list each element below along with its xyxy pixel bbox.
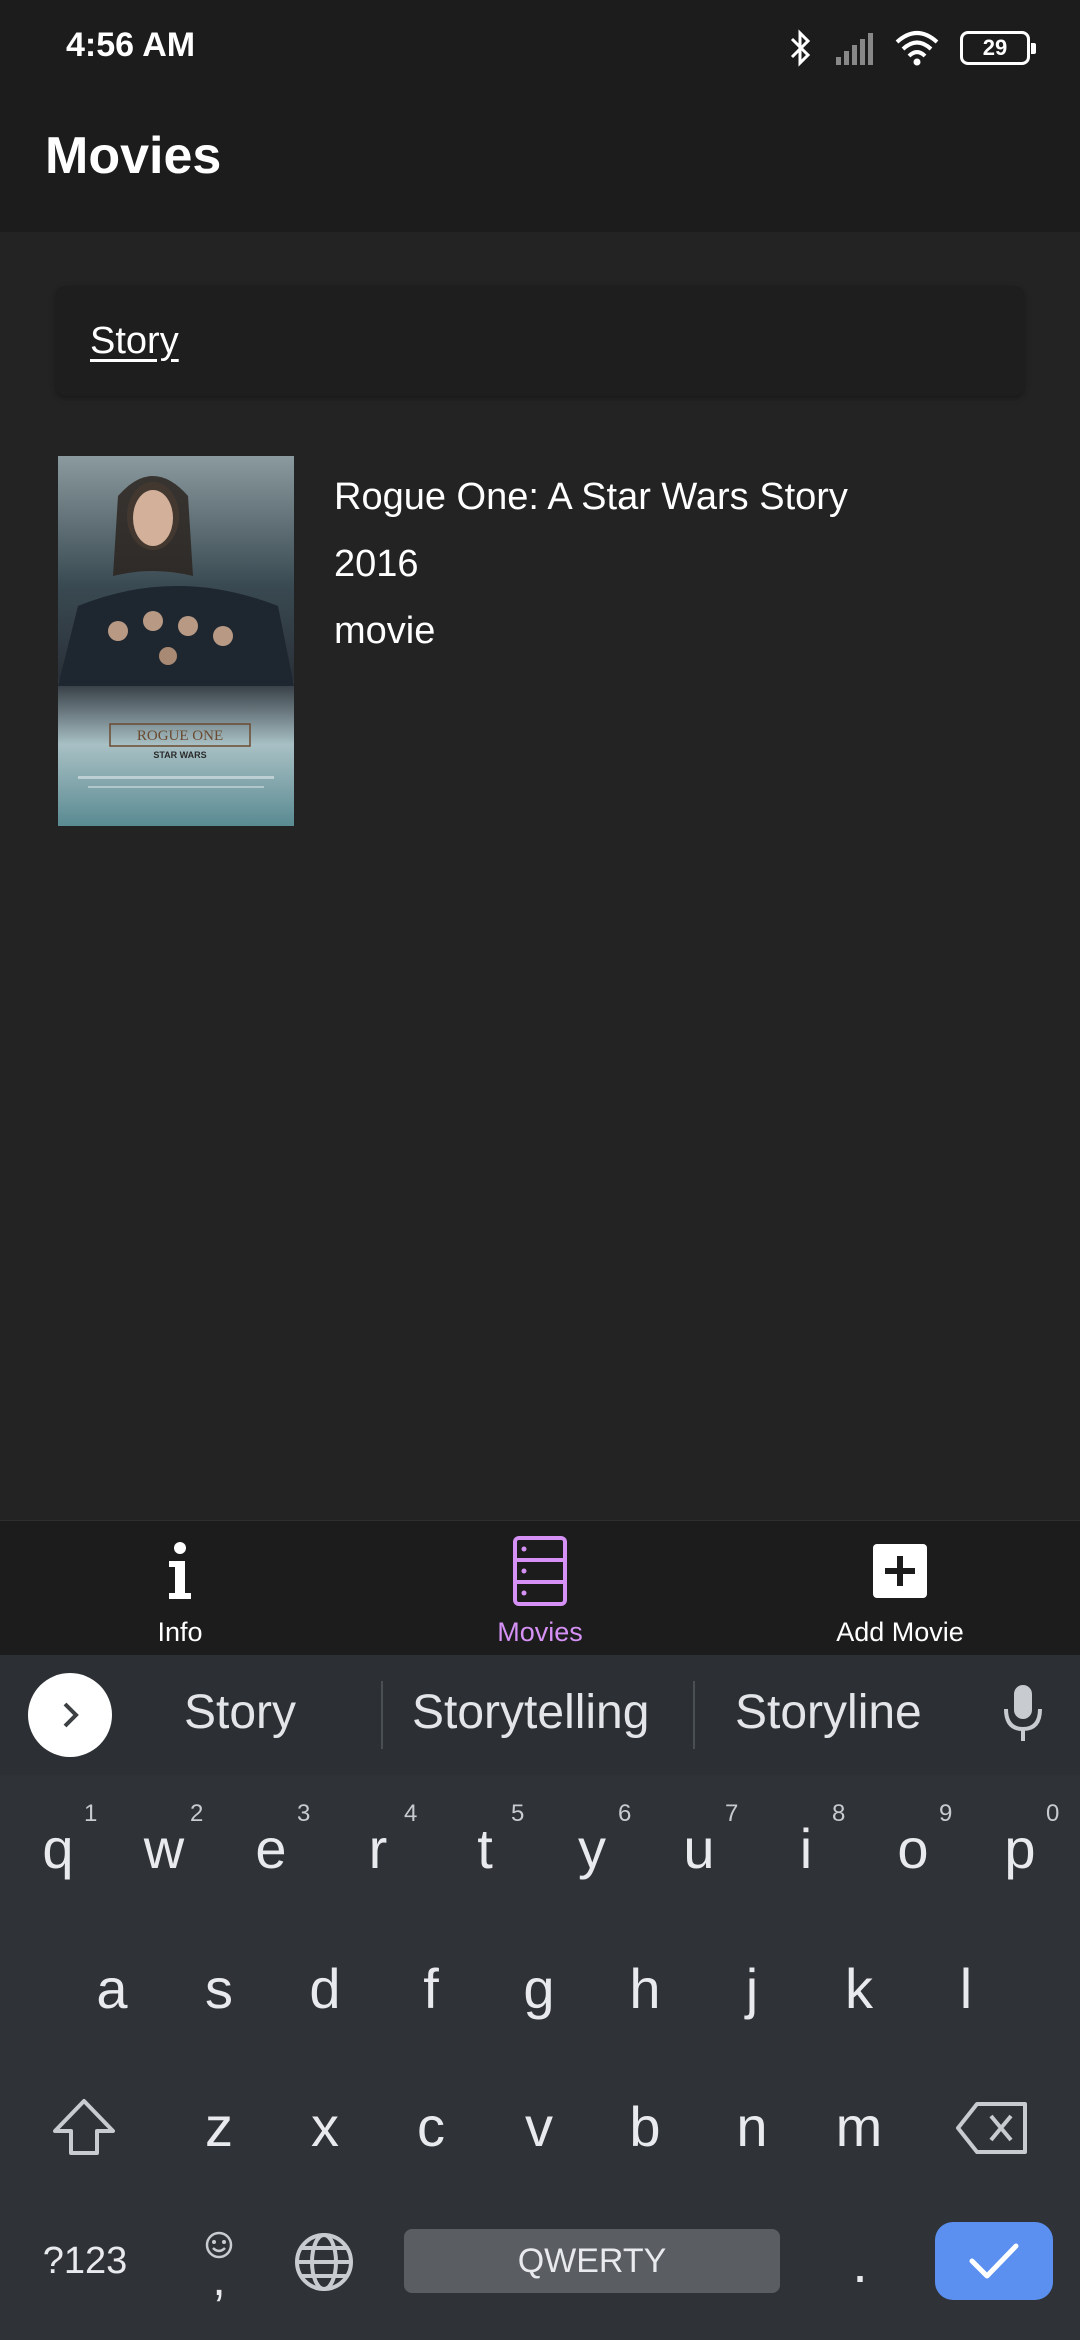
key-hint: 2 bbox=[190, 1800, 204, 1827]
app-bar: Movies bbox=[0, 96, 1080, 232]
poster-subtitle: STAR WARS bbox=[153, 750, 206, 760]
check-icon bbox=[969, 2243, 1019, 2279]
page-title: Movies bbox=[45, 127, 222, 185]
movie-info: Rogue One: A Star Wars Story 2016 movie bbox=[334, 464, 848, 665]
emoji-comma-key[interactable]: , bbox=[196, 2222, 242, 2308]
movie-poster[interactable]: ROGUE ONE STAR WARS bbox=[58, 456, 294, 826]
battery-level: 29 bbox=[982, 35, 1008, 60]
key-hint: 4 bbox=[404, 1800, 418, 1827]
bluetooth-icon bbox=[788, 29, 814, 67]
signal-icon bbox=[834, 31, 874, 65]
nav-item-info[interactable]: Info bbox=[0, 1521, 360, 1656]
add-box-icon bbox=[873, 1533, 927, 1609]
key-j[interactable]: j bbox=[712, 1956, 792, 2021]
wifi-icon bbox=[894, 30, 940, 66]
nav-label-movies: Movies bbox=[497, 1617, 583, 1647]
nav-item-movies[interactable]: Movies bbox=[360, 1521, 720, 1656]
nav-label-info: Info bbox=[157, 1617, 203, 1647]
comma-label: , bbox=[212, 2253, 226, 2306]
key-l[interactable]: l bbox=[926, 1956, 1006, 2021]
key-d[interactable]: d bbox=[285, 1956, 365, 2021]
key-s[interactable]: s bbox=[179, 1956, 259, 2021]
nav-label-add-movie: Add Movie bbox=[836, 1617, 964, 1647]
bottom-navigation: Info Movies Add Movie bbox=[0, 1520, 1080, 1655]
key-n[interactable]: n bbox=[712, 2094, 792, 2159]
enter-key[interactable] bbox=[935, 2222, 1053, 2300]
poster-image: ROGUE ONE STAR WARS bbox=[58, 456, 294, 826]
backspace-icon bbox=[956, 2102, 1027, 2154]
key-k[interactable]: k bbox=[819, 1956, 899, 2021]
info-icon bbox=[165, 1533, 195, 1609]
language-key[interactable] bbox=[292, 2230, 356, 2294]
key-f[interactable]: f bbox=[391, 1956, 471, 2021]
suggestion-divider bbox=[381, 1681, 383, 1749]
key-a[interactable]: a bbox=[72, 1956, 152, 2021]
key-c[interactable]: c bbox=[391, 2094, 471, 2159]
key-hint: 3 bbox=[297, 1800, 311, 1827]
key-b[interactable]: b bbox=[605, 2094, 685, 2159]
key-hint: 9 bbox=[939, 1800, 953, 1827]
key-z[interactable]: z bbox=[179, 2094, 259, 2159]
microphone-icon[interactable] bbox=[1000, 1683, 1046, 1750]
chevron-right-icon bbox=[63, 1702, 79, 1728]
key-v[interactable]: v bbox=[499, 2094, 579, 2159]
suggestion-2[interactable]: Storytelling bbox=[412, 1685, 649, 1740]
keyboard-suggestion-bar: Story Storytelling Storyline bbox=[0, 1655, 1080, 1775]
key-hint: 8 bbox=[832, 1800, 846, 1827]
suggestion-3[interactable]: Storyline bbox=[735, 1685, 922, 1740]
key-h[interactable]: h bbox=[605, 1956, 685, 2021]
key-m[interactable]: m bbox=[819, 2094, 899, 2159]
backspace-key[interactable] bbox=[952, 2096, 1032, 2160]
suggestion-divider bbox=[693, 1681, 695, 1749]
symbols-key[interactable]: ?123 bbox=[30, 2240, 140, 2283]
suggestion-1[interactable]: Story bbox=[184, 1685, 296, 1740]
nav-item-add-movie[interactable]: Add Movie bbox=[720, 1521, 1080, 1656]
movie-title: Rogue One: A Star Wars Story bbox=[334, 476, 848, 518]
search-input-value[interactable]: Story bbox=[90, 320, 179, 363]
key-g[interactable]: g bbox=[499, 1956, 579, 2021]
key-hint: 5 bbox=[511, 1800, 525, 1827]
status-bar: 4:56 AM 29 bbox=[0, 0, 1080, 96]
space-key[interactable]: QWERTY bbox=[404, 2229, 780, 2293]
key-x[interactable]: x bbox=[285, 2094, 365, 2159]
server-list-icon bbox=[512, 1533, 568, 1609]
status-icons: 29 bbox=[788, 26, 1036, 70]
globe-icon bbox=[295, 2233, 353, 2291]
shift-icon bbox=[53, 2099, 115, 2155]
poster-title: ROGUE ONE bbox=[137, 728, 223, 744]
list-item[interactable]: ROGUE ONE STAR WARS Rogue One: A Star Wa… bbox=[58, 456, 1024, 826]
battery-icon: 29 bbox=[960, 31, 1036, 65]
key-hint: 0 bbox=[1046, 1800, 1060, 1827]
period-key[interactable]: . bbox=[820, 2230, 900, 2295]
key-hint: 6 bbox=[618, 1800, 632, 1827]
movie-year: 2016 bbox=[334, 543, 419, 585]
keyboard-expand-button[interactable] bbox=[28, 1673, 112, 1757]
movie-type: movie bbox=[334, 610, 436, 652]
shift-key[interactable] bbox=[48, 2094, 120, 2160]
search-field[interactable]: Story bbox=[56, 286, 1024, 396]
key-hint: 1 bbox=[84, 1800, 98, 1827]
status-time: 4:56 AM bbox=[66, 26, 196, 64]
key-hint: 7 bbox=[725, 1800, 739, 1827]
